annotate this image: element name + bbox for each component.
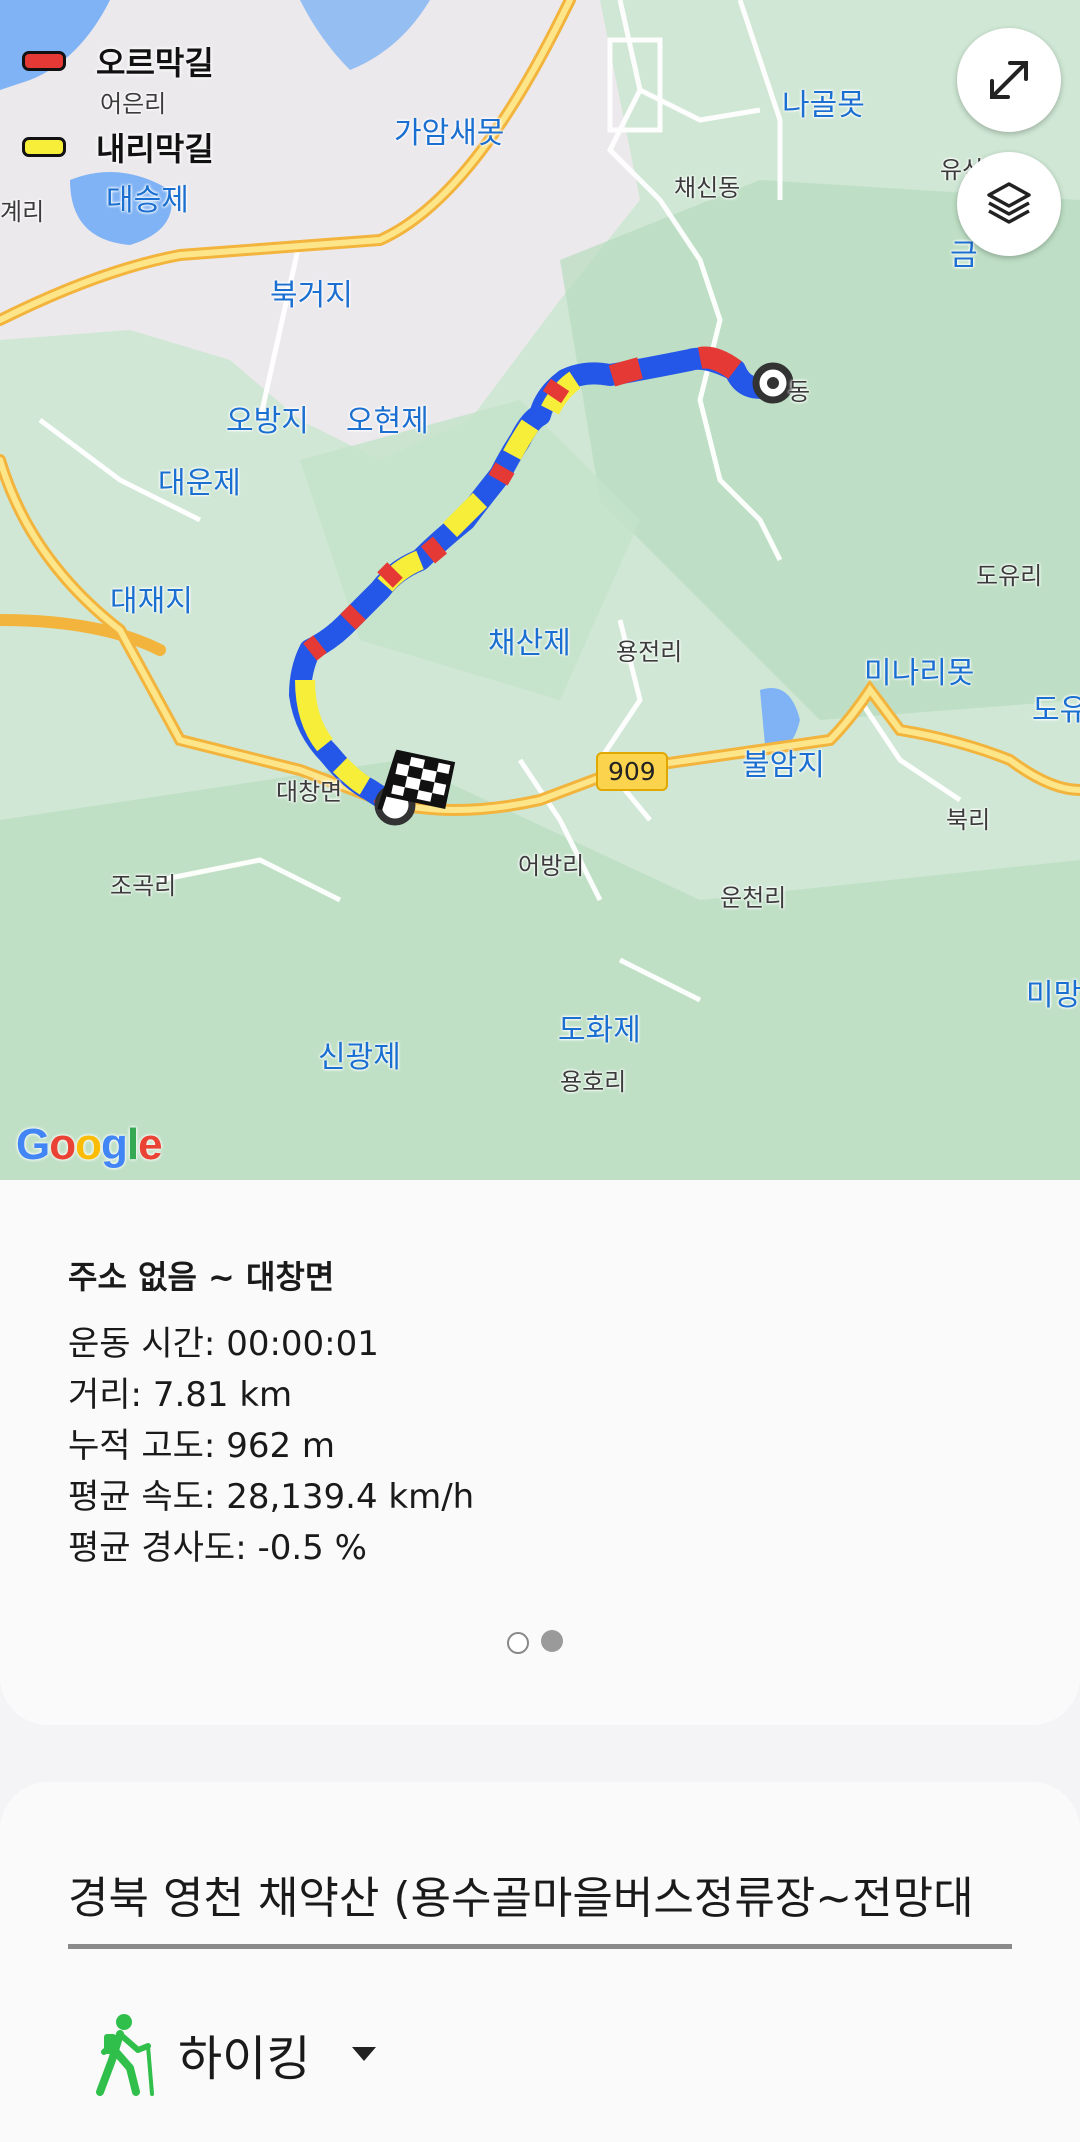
duration-line: 운동 시간: 00:00:01 [68,1324,379,1364]
map-label: 채산제 [488,626,571,661]
map-view[interactable]: 오르막길 내리막길 나골못 가암새못 대승제 북거지 오방지 오현제 대운제 대… [0,0,1080,1180]
map-label: 불암지 [742,748,825,783]
activity-type-dropdown[interactable]: 하이킹 [90,2012,378,2096]
map-label: 용전리 [616,638,683,666]
google-letter: G [16,1120,50,1169]
map-label: 운천리 [720,884,787,912]
map-label: 오현제 [346,404,429,439]
activity-title-input[interactable]: 경북 영천 채약산 (용수골마을버스정류장~전망대 [68,1862,974,1926]
page-indicator-dot-active[interactable] [541,1630,563,1652]
layers-icon [987,182,1031,224]
map-label: 동 [788,378,811,406]
map-label: 계리 [0,198,45,226]
google-letter: l [126,1120,139,1169]
map-label: 대승제 [106,183,189,218]
map-label: 도유리 [976,562,1043,590]
title-underline [68,1944,1012,1949]
legend-uphill-label: 오르막길 [96,44,214,82]
average-speed-line: 평균 속도: 28,139.4 km/h [68,1477,475,1517]
google-letter: o [49,1120,76,1169]
google-letter: g [101,1120,128,1169]
map-label: 대창면 [276,778,343,806]
map-label: 조곡리 [110,872,177,900]
map-label: 가암새못 [394,116,505,151]
map-label: 대재지 [110,584,193,619]
legend-downhill: 내리막길 [22,124,214,170]
route-summary-card[interactable]: 주소 없음 ~ 대창면 운동 시간: 00:00:01 거리: 7.81 km … [0,1180,1080,1725]
elevation-gain-line: 누적 고도: 962 m [68,1426,336,1466]
expand-map-button[interactable] [957,28,1061,132]
downhill-swatch [22,137,66,157]
route-909-badge: 909 [596,752,668,791]
map-label: 어은리 [100,90,167,118]
distance-line: 거리: 7.81 km [68,1375,293,1415]
legend-downhill-label: 내리막길 [96,130,214,168]
legend-uphill: 오르막길 [22,38,214,84]
map-label: 미망 [1026,978,1080,1013]
map-label: 미나리못 [864,656,975,691]
map-layers-button[interactable] [957,152,1061,256]
hiker-icon [96,2014,154,2096]
map-label: 도유 [1032,693,1080,728]
map-label: 북거지 [270,278,353,313]
activity-type-label: 하이킹 [178,2031,311,2087]
uphill-swatch [22,51,66,71]
map-label: 북리 [946,806,991,834]
route-title: 주소 없음 ~ 대창면 [68,1258,335,1296]
map-label: 대운제 [158,466,241,501]
map-label: 어방리 [518,852,585,880]
map-label: 신광제 [318,1040,401,1075]
map-label: 채신동 [674,174,741,202]
map-label: 오방지 [226,404,309,439]
google-letter: e [138,1120,163,1169]
google-letter: o [75,1120,102,1169]
chevron-down-icon [352,2047,377,2061]
google-logo: Google [16,1120,163,1170]
page-indicator-dot[interactable] [507,1632,529,1654]
map-label: 도화제 [558,1013,641,1048]
map-label: 용호리 [560,1068,627,1096]
activity-card: 경북 영천 채약산 (용수골마을버스정류장~전망대 하이킹 [0,1782,1080,2142]
average-grade-line: 평균 경사도: -0.5 % [68,1528,367,1568]
map-label: 나골못 [782,88,865,123]
expand-icon [990,61,1028,99]
